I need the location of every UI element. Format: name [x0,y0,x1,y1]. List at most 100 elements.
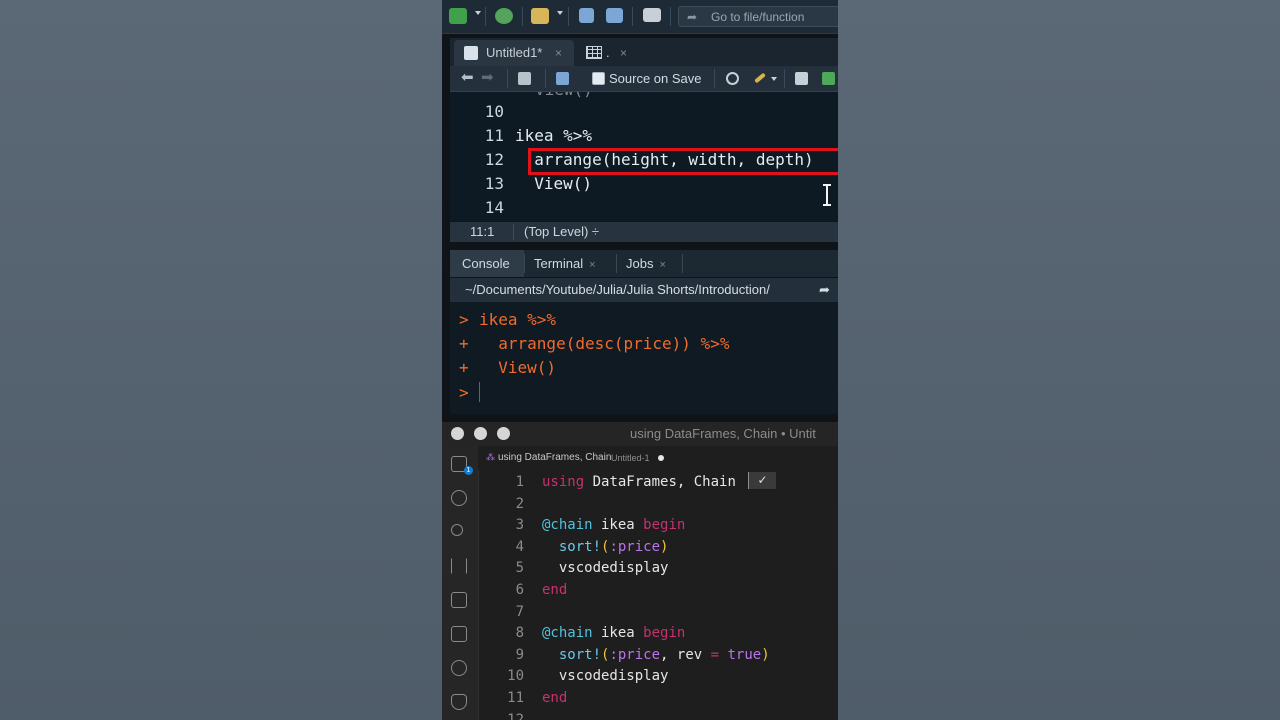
code-line: sort!(:price) [542,537,669,559]
code-token: , rev [660,646,711,663]
julia-file-icon: ⁂ [486,452,495,462]
magic-wand-icon[interactable] [754,72,766,84]
unsaved-dot-icon[interactable] [658,455,664,461]
toolbar-divider [670,7,671,26]
back-arrow-icon[interactable]: ⬅ [461,70,474,86]
run-icon[interactable] [822,72,835,85]
go-to-arrow-icon: ➦ [687,10,698,24]
search-icon[interactable] [451,490,467,506]
forward-arrow-icon[interactable]: ➡ [481,70,494,86]
tab-label: Console [462,256,510,271]
console-tab-bar: Console Terminal × Jobs × [450,250,838,277]
code-token: ) [660,538,669,555]
line-number: 11 [507,690,524,706]
julia-icon[interactable] [451,660,467,676]
go-to-directory-icon[interactable]: ➦ [819,278,830,302]
toolbar-divider [714,69,715,88]
tab-label: Jobs [626,256,654,271]
line-number: 12 [484,150,504,169]
go-to-placeholder: Go to file/function [711,10,805,24]
toolbar-divider [522,7,523,26]
line-number: 11 [484,126,504,145]
toolbar-divider [507,69,508,88]
new-file-icon[interactable] [449,8,467,24]
show-in-window-icon[interactable] [518,72,531,85]
maximize-window-button[interactable] [497,427,510,440]
save-icon[interactable] [579,8,594,23]
code-line: end [542,688,567,710]
new-project-icon[interactable] [495,8,513,24]
console-line: arrange(desc(price)) %>% [479,334,730,353]
remote-explorer-icon[interactable] [451,592,467,608]
line-number: 3 [515,517,524,534]
console-line: ikea %>% [479,310,557,329]
extensions-icon[interactable] [451,626,467,642]
code-token: true [727,646,762,663]
docker-icon[interactable] [451,694,467,710]
save-all-icon[interactable] [606,8,623,23]
minimize-window-button[interactable] [474,427,487,440]
editor-status-bar: 11:1 (Top Level) ÷ [450,222,838,242]
editor-toolbar: ⬅ ➡ Source on Save [450,66,838,92]
console-caret [479,382,480,402]
vscode-title-bar: using DataFrames, Chain • Untit [442,422,838,446]
tab-jobs[interactable]: Jobs × [626,250,666,277]
tab-divider [682,254,683,273]
chevron-down-icon[interactable] [557,11,563,15]
save-icon[interactable] [556,72,569,85]
tab-close-icon[interactable]: × [620,40,627,66]
status-divider [513,224,514,240]
code-token: ikea [592,517,644,534]
toolbar-divider [632,7,633,26]
scope-selector[interactable]: (Top Level) ÷ [524,222,599,242]
tab-close-icon[interactable]: × [589,259,595,271]
code-token: begin [643,517,686,534]
console-line: View() [479,358,557,377]
go-to-file-input[interactable]: ➦ Go to file/function [678,6,838,27]
console-prompt: + [459,358,469,377]
tab-untitled1[interactable]: Untitled1* × [454,40,574,66]
inline-result-check-icon[interactable]: ✓ [748,472,776,489]
search-icon[interactable] [726,72,739,85]
tab-close-icon[interactable]: × [659,259,665,271]
tab-divider [616,254,617,273]
run-debug-icon[interactable] [451,558,467,574]
code-line: end [542,580,567,602]
line-number: 2 [515,495,524,512]
tab-close-icon[interactable]: × [555,40,562,66]
open-folder-icon[interactable] [531,8,549,24]
code-token: sort! [542,538,602,555]
code-line: View() [515,174,593,193]
tab-console[interactable]: Console [450,250,524,277]
editor-tab[interactable]: ⁂ using DataFrames, Chain Untitled-1 [478,446,838,470]
tab-label: . [606,45,610,60]
code-token: ikea [592,625,644,642]
r-script-icon [464,46,478,60]
highlight-box [528,148,838,175]
code-token: :price [609,538,661,555]
working-directory-path: ~/Documents/Youtube/Julia/Julia Shorts/I… [465,282,770,297]
code-line: vscodedisplay [542,666,669,688]
code-token: ) [761,646,770,663]
source-on-save-checkbox[interactable] [592,72,605,85]
backdrop-right [838,0,1280,720]
tab-label: Terminal [534,256,584,271]
backdrop-left [0,0,442,720]
toolbar-divider [545,69,546,88]
code-line: using DataFrames, Chain [542,472,736,494]
close-window-button[interactable] [451,427,464,440]
tab-label: Untitled1* [486,45,543,60]
source-control-icon[interactable] [451,524,463,536]
line-number: 12 [507,711,524,720]
line-number: 10 [484,102,504,121]
code-line: ikea %>% [515,126,593,145]
notification-badge: 1 [464,466,473,475]
chevron-down-icon[interactable] [475,11,481,15]
compile-report-icon[interactable] [795,72,808,85]
console-output[interactable]: > ikea %>% + arrange(desc(price)) %>% + … [450,302,838,414]
tab-terminal[interactable]: Terminal × [534,250,596,277]
print-icon[interactable] [643,8,661,22]
chevron-down-icon[interactable] [771,77,777,81]
tab-data-view[interactable]: . × [578,40,634,66]
code-line-partial: View() [535,92,593,102]
